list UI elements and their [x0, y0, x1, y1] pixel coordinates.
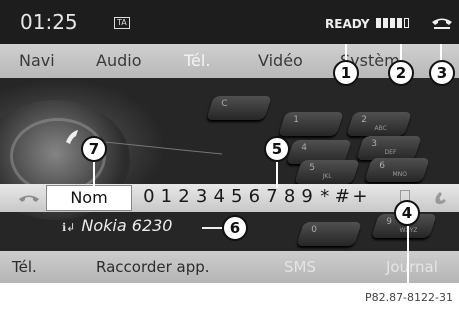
device-name: Nokia 6230: [81, 216, 173, 235]
photo-key-0: 0: [296, 222, 362, 246]
menu-item-navi[interactable]: Navi: [19, 51, 55, 70]
digit-0[interactable]: 0: [140, 186, 158, 207]
name-search-button[interactable]: Nom: [46, 185, 132, 211]
digit-list: 0 1 2 3 4 5 6 7 8 9 * # +: [140, 186, 369, 207]
bottom-item-journal[interactable]: Journal: [386, 258, 438, 276]
callout-1: 1: [333, 60, 359, 86]
clock: 01:25: [20, 10, 78, 34]
digit-4[interactable]: 4: [210, 186, 228, 207]
digit-plus[interactable]: +: [351, 186, 369, 207]
bottom-item-connect-device[interactable]: Raccorder app.: [96, 258, 210, 276]
digit-6[interactable]: 6: [246, 186, 264, 207]
callout-6: 6: [222, 215, 248, 241]
signal-strength-icon: [376, 18, 409, 28]
digit-1[interactable]: 1: [158, 186, 176, 207]
digit-2[interactable]: 2: [175, 186, 193, 207]
photo-key-5: 5 JKL: [294, 160, 360, 184]
digit-7[interactable]: 7: [263, 186, 281, 207]
photo-key-c: C: [206, 96, 272, 120]
figure-reference: P82.87-8122-31: [364, 291, 453, 304]
digit-9[interactable]: 9: [298, 186, 316, 207]
bottom-item-telephone[interactable]: Tél.: [12, 258, 37, 276]
callout-5-leader: [276, 160, 278, 188]
comand-phone-screen: C 1 2ABC 4 3DEF 5JKL 6MNO 9WXYZ 0 01:25 …: [0, 0, 459, 311]
callout-4: 4: [394, 200, 420, 226]
callout-6-leader: [202, 227, 224, 229]
menu-item-telephone[interactable]: Tél.: [184, 51, 210, 70]
figure-footer: P82.87-8122-31: [0, 283, 459, 311]
phone-status-icon: [432, 18, 452, 29]
dialer-row: Nom 0 1 2 3 4 5 6 7 8 9 * # +: [0, 184, 459, 212]
callout-7: 7: [81, 136, 107, 162]
photo-key-6: 6 MNO: [364, 158, 430, 182]
menu-item-audio[interactable]: Audio: [96, 51, 141, 70]
digit-hash[interactable]: #: [334, 186, 352, 207]
connected-device: ℹ↲ Nokia 6230: [62, 216, 172, 235]
status-bar: 01:25 TA READY: [0, 0, 459, 44]
callout-7-leader: [93, 160, 95, 186]
bottom-item-sms[interactable]: SMS: [284, 258, 316, 276]
callout-5: 5: [264, 136, 290, 162]
bottom-menu-bar: Tél. Raccorder app. SMS Journal: [0, 251, 459, 283]
ready-indicator: READY: [325, 17, 370, 31]
digit-star[interactable]: *: [316, 186, 334, 207]
digit-3[interactable]: 3: [193, 186, 211, 207]
photo-key-1: 1: [278, 112, 344, 136]
end-call-icon[interactable]: [18, 192, 40, 204]
callout-3: 3: [429, 60, 455, 86]
callout-4-leader: [407, 224, 409, 284]
call-icon[interactable]: [433, 190, 449, 206]
menu-item-video[interactable]: Vidéo: [258, 51, 303, 70]
ta-indicator: TA: [114, 17, 130, 29]
bluetooth-phone-icon: ℹ↲: [62, 221, 76, 234]
callout-2: 2: [388, 60, 414, 86]
photo-key-3: 3 DEF: [356, 136, 422, 160]
photo-key-2: 2 ABC: [346, 112, 412, 136]
digit-8[interactable]: 8: [281, 186, 299, 207]
digit-5[interactable]: 5: [228, 186, 246, 207]
